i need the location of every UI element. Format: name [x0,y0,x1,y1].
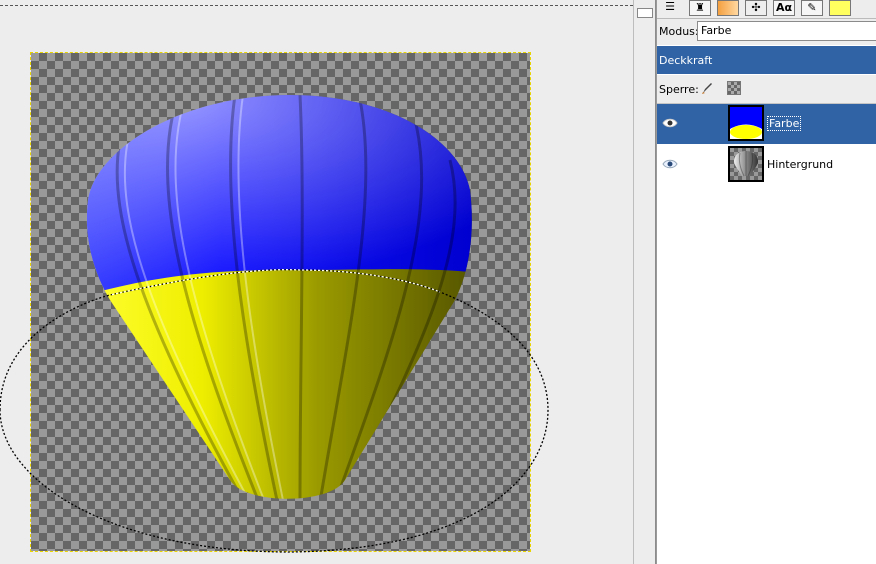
brushes-tab-icon[interactable]: ✣ [745,0,767,16]
lock-label: Sperre: [659,83,699,96]
eye-icon[interactable] [662,116,678,130]
pattern-tab-icon[interactable] [829,0,851,16]
gradient-tab-icon[interactable] [717,0,739,16]
layer-name-farbe[interactable]: Farbe [767,116,802,131]
mode-dropdown[interactable]: Farbe [697,21,876,41]
layers-tab-icon[interactable]: ☰ [659,0,681,16]
paths-tab-icon[interactable]: ♜ [689,0,711,16]
scrollbar-thumb[interactable] [637,8,653,18]
dock-tabs: ☰ ♜ ✣ Aα ✎ [657,0,876,19]
layer-name-hintergrund[interactable]: Hintergrund [767,158,833,171]
lock-row: Sperre: [657,75,876,104]
opacity-slider[interactable]: Deckkraft [657,46,876,74]
mode-row: Modus: Farbe [657,19,876,45]
canvas-artwork[interactable] [0,0,633,564]
layer-row-farbe[interactable]: Farbe [657,104,876,144]
eye-icon[interactable] [662,157,678,171]
lock-alpha-icon[interactable] [727,81,741,95]
lock-pixels-icon[interactable] [700,81,714,95]
vertical-scrollbar[interactable] [633,0,656,564]
canvas-area[interactable] [0,0,633,564]
fonts-tab-icon[interactable]: Aα [773,0,795,16]
mode-label: Modus: [659,25,699,38]
layer-row-hintergrund[interactable]: Hintergrund [657,145,876,185]
paintbrush-tab-icon[interactable]: ✎ [801,0,823,16]
opacity-label: Deckkraft [659,54,713,67]
layer-thumbnail-hintergrund [728,146,764,182]
layers-dock: ☰ ♜ ✣ Aα ✎ Modus: Farbe Deckkraft Sperre… [656,0,876,564]
balloon-shape [86,95,472,499]
layer-thumbnail-farbe [728,105,764,141]
